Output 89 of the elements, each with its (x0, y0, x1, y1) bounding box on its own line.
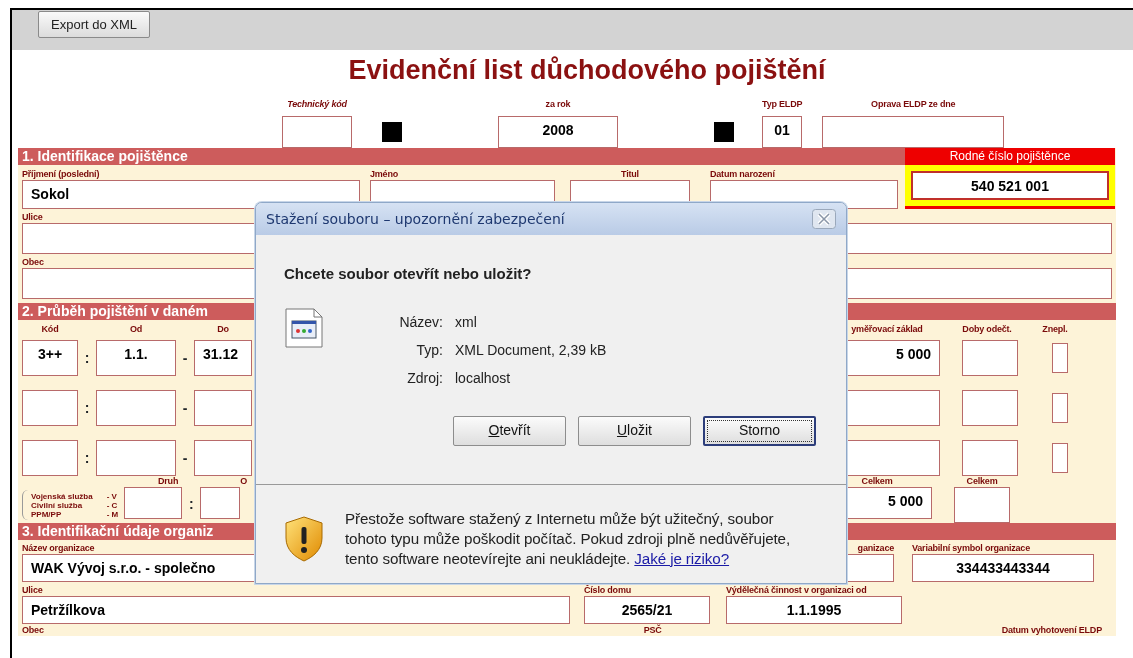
separator: - (181, 348, 189, 368)
warning-shield-icon (285, 515, 323, 562)
close-icon[interactable] (812, 209, 836, 229)
field-label: Číslo domu (584, 585, 631, 596)
dialog-question: Chcete soubor otevřít nebo uložit? (284, 264, 533, 284)
field-label: Znepl. (1041, 323, 1069, 335)
separator: : (187, 495, 195, 514)
text-field[interactable]: 334433443344 (912, 554, 1094, 582)
text-field[interactable]: 2008 (498, 116, 618, 148)
field-label: Obec (22, 257, 44, 268)
dialog-button[interactable]: Otevřít (453, 415, 566, 446)
field-label: PSČ (643, 625, 662, 636)
checkbox[interactable] (1052, 443, 1068, 473)
legend-code: - M (106, 509, 119, 519)
field-label: Obec (22, 625, 44, 636)
risk-link[interactable]: Jaké je riziko? (634, 549, 730, 567)
text-field[interactable] (962, 440, 1018, 476)
legend-code: - V (106, 491, 118, 501)
text-field[interactable] (282, 116, 352, 148)
field-label: Variabilní symbol organizace (912, 543, 1030, 554)
text-field[interactable] (954, 487, 1011, 523)
field-label: ganizace (857, 543, 894, 554)
field-label: yměřovací základ (850, 323, 924, 335)
field-label: Druh (157, 476, 180, 487)
field-label: Od (128, 323, 144, 335)
text-field[interactable] (962, 340, 1018, 376)
field-label: Titul (621, 169, 639, 180)
legend-label: PPM/PP (31, 509, 63, 519)
field-label: Oprava ELDP ze dne (871, 99, 956, 110)
text-field[interactable]: 540 521 001 (911, 171, 1109, 200)
detail-value: localhost (455, 368, 511, 388)
text-field[interactable] (124, 487, 183, 519)
legend-code: - C (106, 500, 119, 510)
checkbox[interactable] (1052, 343, 1068, 373)
field-label: Doby odečt. (961, 323, 1013, 335)
field-label: Název organizace (22, 543, 95, 554)
dialog-title: Stažení souboru – upozornění zabezpečení (266, 209, 565, 229)
text-field[interactable] (194, 390, 252, 426)
text-field[interactable] (22, 440, 78, 476)
text-field[interactable]: 3++ (22, 340, 78, 376)
detail-label: Zdroj: (406, 368, 443, 388)
field-label: Typ ELDP (762, 99, 803, 110)
separator: - (181, 448, 189, 468)
field-label: Celkem (860, 476, 894, 487)
field-label: Do (216, 323, 230, 335)
text-field[interactable]: 31.12 (194, 340, 252, 376)
detail-value: XML Document, 2,39 kB (455, 340, 607, 360)
legend-label: Civilní služba (31, 500, 84, 510)
checkbox[interactable] (1052, 393, 1068, 423)
text-field[interactable] (96, 390, 176, 426)
export-button[interactable]: Export do XML (38, 11, 150, 38)
field-label: Celkem (965, 476, 999, 487)
text-field[interactable] (96, 440, 176, 476)
separator: : (83, 348, 91, 368)
field-label: Datum narození (710, 169, 775, 180)
detail-label: Typ: (415, 340, 443, 360)
field-label: Technický kód (287, 99, 347, 110)
field-label: O (240, 476, 248, 487)
text-field[interactable] (822, 116, 1005, 148)
text-field[interactable] (200, 487, 241, 519)
text-field[interactable]: Petržílkova (22, 596, 570, 624)
separator: : (83, 398, 91, 418)
separator: : (83, 448, 91, 468)
separator: - (181, 398, 189, 418)
dialog-button[interactable]: Uložit (578, 415, 691, 446)
field-label: Datum vyhotovení ELDP (1001, 625, 1102, 636)
dialog-button[interactable]: Storno (703, 415, 816, 446)
text-field[interactable] (194, 440, 252, 476)
field-label: Ulice (22, 585, 43, 596)
form-title: Evidenční list důchodového pojištění (347, 54, 827, 87)
text-field[interactable] (962, 390, 1018, 426)
square-icon (714, 122, 734, 142)
file-icon (285, 307, 323, 348)
field-label: Kód (40, 323, 60, 335)
section-header: 1. Identifikace pojištěnce (18, 148, 905, 165)
text-field[interactable]: 1.1.1995 (726, 596, 902, 624)
text-field[interactable]: 1.1. (96, 340, 176, 376)
panel-title: Rodné číslo pojištěnce (948, 148, 1072, 165)
field-label: Ulice (22, 212, 43, 223)
square-icon (382, 122, 402, 142)
field-label: Jméno (370, 169, 398, 180)
text-field[interactable]: Sokol (22, 180, 360, 209)
text-field[interactable] (22, 390, 78, 426)
text-field[interactable]: 2565/21 (584, 596, 710, 624)
field-label: Příjmení (poslední) (22, 169, 100, 180)
field-label: Výdělečná činnost v organizaci od (726, 585, 867, 596)
field-label: za rok (545, 99, 571, 110)
legend-label: Vojenská služba (31, 491, 93, 501)
text-field[interactable]: 01 (762, 116, 803, 148)
